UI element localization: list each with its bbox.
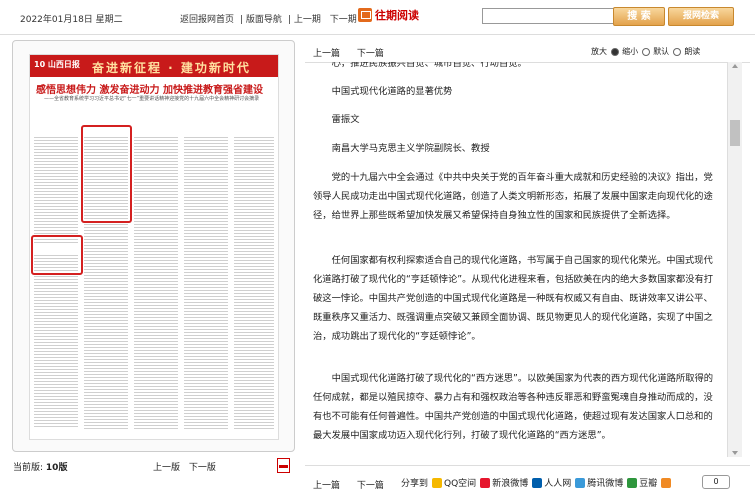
top-nav: 返回报网首页 | 版面导航 | 上一期 下一期 (180, 15, 357, 25)
zoom-default-radio[interactable] (672, 47, 681, 56)
masthead: 10 山西日报 奋进新征程 · 建功新时代 (30, 55, 278, 77)
share-label: 分享到 (401, 479, 429, 489)
past-reading-label: 往期阅读 (375, 9, 419, 22)
nav-layout-link[interactable]: 版面导航 (246, 15, 282, 25)
prev-article-link-bottom[interactable]: 上一篇 (313, 481, 340, 491)
page-thumbnail-panel: 10 山西日报 奋进新征程 · 建功新时代 感悟思想伟力 激发奋进动力 加快推进… (12, 40, 295, 452)
current-edition: 当前版: 10版 (13, 460, 67, 473)
article-author-title: 南昌大学马克思主义学院副院长、教授 (331, 143, 490, 154)
zoom-large-radio[interactable] (610, 47, 619, 56)
zoom-small-label: 缩小 (622, 47, 639, 56)
qzone-icon (432, 477, 443, 488)
share-qzone-label: QQ空间 (444, 479, 477, 489)
article-scrollbar[interactable] (727, 62, 742, 457)
article-pager-bottom: 上一篇 下一篇 (313, 478, 398, 491)
masthead-logo: 10 山西日报 (34, 60, 80, 69)
text-column (184, 135, 228, 429)
page-headline: 感悟思想伟力 激发奋进动力 加快推进教育强省建设 (36, 85, 263, 96)
weibo-icon (480, 477, 491, 488)
top-bar: 2022年01月18日 星期二 返回报网首页 | 版面导航 | 上一期 下一期 往期… (0, 0, 755, 35)
article-paragraph: 中国式现代化道路打破了现代化的“西方迷思”。以欧美国家为代表的西方现代化道路所取… (313, 373, 714, 441)
date-label: 2022年01月18日 星期二 (20, 15, 123, 25)
share-tencent-weibo[interactable]: 腾讯微博 (575, 476, 623, 489)
text-column (34, 253, 78, 429)
search-input[interactable] (482, 8, 618, 24)
next-article-link[interactable]: 下一篇 (357, 49, 384, 59)
share-weibo-label: 新浪微博 (492, 479, 529, 489)
past-reading-link[interactable]: 往期阅读 (358, 7, 419, 23)
prev-edition-link[interactable]: 上一版 (153, 463, 180, 473)
share-douban-label: 豆瓣 (639, 479, 658, 489)
nav-prev-issue-link[interactable]: 上一期 (294, 15, 321, 25)
share-qzone[interactable]: QQ空间 (432, 476, 476, 489)
zoom-small-radio[interactable] (641, 47, 650, 56)
article-pager-top: 上一篇 下一篇 (313, 46, 398, 59)
nav-next-issue-link[interactable]: 下一期 (330, 15, 357, 25)
article-hotspot[interactable] (31, 235, 83, 275)
text-column (134, 135, 178, 429)
text-column (234, 135, 274, 429)
scroll-thumb[interactable] (730, 120, 740, 146)
zoom-label: 放大 (591, 47, 607, 56)
current-edition-label: 当前版: (13, 463, 44, 473)
site-search-button[interactable]: 报网检索 (668, 7, 734, 26)
douban-icon (627, 477, 638, 488)
pdf-icon[interactable] (277, 458, 290, 473)
scroll-up-icon[interactable] (732, 64, 738, 68)
page-subhead: ——全省教育系统学习习近平总书记“七一”重要讲话精神迎接党的十九届六中全会精神研… (44, 96, 260, 102)
article-paragraph: 党的十九届六中全会通过《中共中央关于党的百年奋斗重大成就和历史经验的决议》指出，… (313, 172, 713, 221)
article-hotspot-selected[interactable] (81, 125, 132, 223)
search-button[interactable]: 搜 索 (613, 7, 665, 26)
article-author: 雷振文 (331, 114, 360, 125)
nav-home-link[interactable]: 返回报网首页 (180, 15, 234, 25)
next-edition-link[interactable]: 下一版 (189, 463, 216, 473)
text-column (34, 135, 78, 245)
share-renren-label: 人人网 (544, 479, 572, 489)
share-douban[interactable]: 豆瓣 (627, 476, 657, 489)
tencent-weibo-icon (575, 477, 586, 488)
newspaper-page-image[interactable]: 10 山西日报 奋进新征程 · 建功新时代 感悟思想伟力 激发奋进动力 加快推进… (29, 54, 279, 440)
zoom-default-label: 默认 (653, 47, 670, 56)
zoom-controls: 放大 缩小 默认 朗读 (591, 46, 700, 57)
article-content: 心，推进民族振兴自觉、城市自觉、行动自觉。 中国式现代化道路的显著优势 雷振文 … (305, 62, 725, 457)
plus-icon (661, 477, 672, 488)
article-section-title: 中国式现代化道路的显著优势 (331, 86, 453, 97)
scroll-down-icon[interactable] (732, 451, 738, 455)
prev-article-link[interactable]: 上一篇 (313, 49, 340, 59)
share-weibo[interactable]: 新浪微博 (480, 476, 528, 489)
edition-pager: 上一版 下一版 (153, 460, 222, 473)
article-bottom-bar: 上一篇 下一篇 分享到 QQ空间 新浪微博 人人网 腾讯微博 豆瓣 0 (305, 465, 750, 496)
share-bar: 分享到 QQ空间 新浪微博 人人网 腾讯微博 豆瓣 (401, 476, 677, 489)
read-aloud-label[interactable]: 朗读 (684, 47, 700, 56)
share-more[interactable] (661, 477, 673, 488)
masthead-slogan: 奋进新征程 · 建功新时代 (92, 61, 251, 75)
share-renren[interactable]: 人人网 (532, 476, 571, 489)
renren-icon (532, 477, 543, 488)
current-edition-value: 10版 (45, 463, 68, 473)
article-paragraph: 任何国家都有权利探索适合自己的现代化道路，书写属于自己国家的现代化荣光。中国式现… (313, 255, 714, 342)
share-count: 0 (702, 475, 730, 489)
share-tencent-weibo-label: 腾讯微博 (587, 479, 624, 489)
next-article-link-bottom[interactable]: 下一篇 (357, 481, 384, 491)
article-toolbar: 上一篇 下一篇 放大 缩小 默认 朗读 (305, 40, 750, 63)
calendar-icon (358, 8, 372, 22)
article-paragraph: 心，推进民族振兴自觉、城市自觉、行动自觉。 (331, 62, 527, 69)
